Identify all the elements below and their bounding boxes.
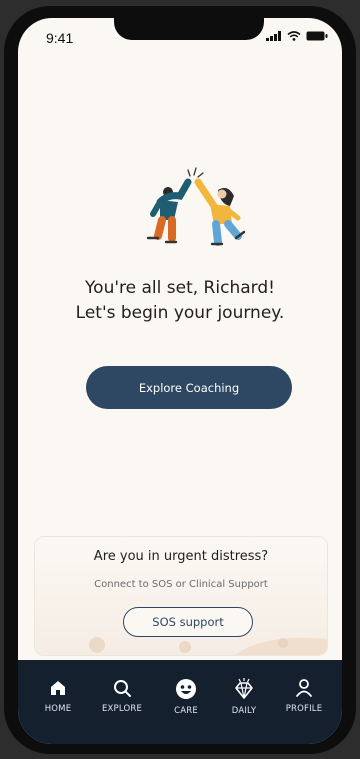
sos-support-button[interactable]: SOS support: [123, 607, 253, 637]
person-icon: [296, 679, 312, 697]
nav-item-daily[interactable]: DAILY: [214, 678, 274, 716]
battery-icon: [306, 31, 328, 41]
status-time: 9:41: [46, 30, 74, 46]
sos-card: Are you in urgent distress? Connect to S…: [34, 536, 328, 656]
status-icons: [266, 31, 328, 41]
headline-line-2: Let's begin your journey.: [75, 303, 285, 323]
sos-title: Are you in urgent distress?: [93, 549, 269, 564]
nav-label-daily: DAILY: [231, 706, 257, 716]
app-screen: 9:41 You're all set, Richard! Let's begi…: [18, 18, 342, 744]
nav-label-home: HOME: [44, 704, 72, 714]
sos-subtitle: Connect to SOS or Clinical Support: [94, 579, 268, 590]
explore-coaching-button[interactable]: Explore Coaching: [86, 366, 292, 409]
nav-label-profile: PROFILE: [285, 704, 323, 714]
nav-label-explore: EXPLORE: [101, 704, 143, 714]
nav-item-care[interactable]: CARE: [156, 678, 216, 716]
nav-item-home[interactable]: HOME: [28, 678, 88, 714]
care-icon: [176, 679, 196, 699]
high-five-illustration: [146, 167, 246, 246]
device-notch: [114, 18, 264, 40]
diamond-icon: [235, 678, 253, 699]
nav-item-explore[interactable]: EXPLORE: [92, 678, 152, 714]
phone-frame: 9:41 You're all set, Richard! Let's begi…: [4, 6, 356, 754]
headline-line-1: You're all set, Richard!: [85, 278, 275, 298]
search-icon: [114, 680, 131, 697]
home-icon: [51, 681, 65, 695]
nav-item-profile[interactable]: PROFILE: [274, 678, 334, 714]
wifi-icon: [287, 31, 301, 41]
signal-icon: [266, 31, 281, 41]
bottom-navigation: HOME EXPLORE CARE DAILY PROFILE: [18, 660, 342, 744]
nav-label-care: CARE: [174, 706, 198, 716]
